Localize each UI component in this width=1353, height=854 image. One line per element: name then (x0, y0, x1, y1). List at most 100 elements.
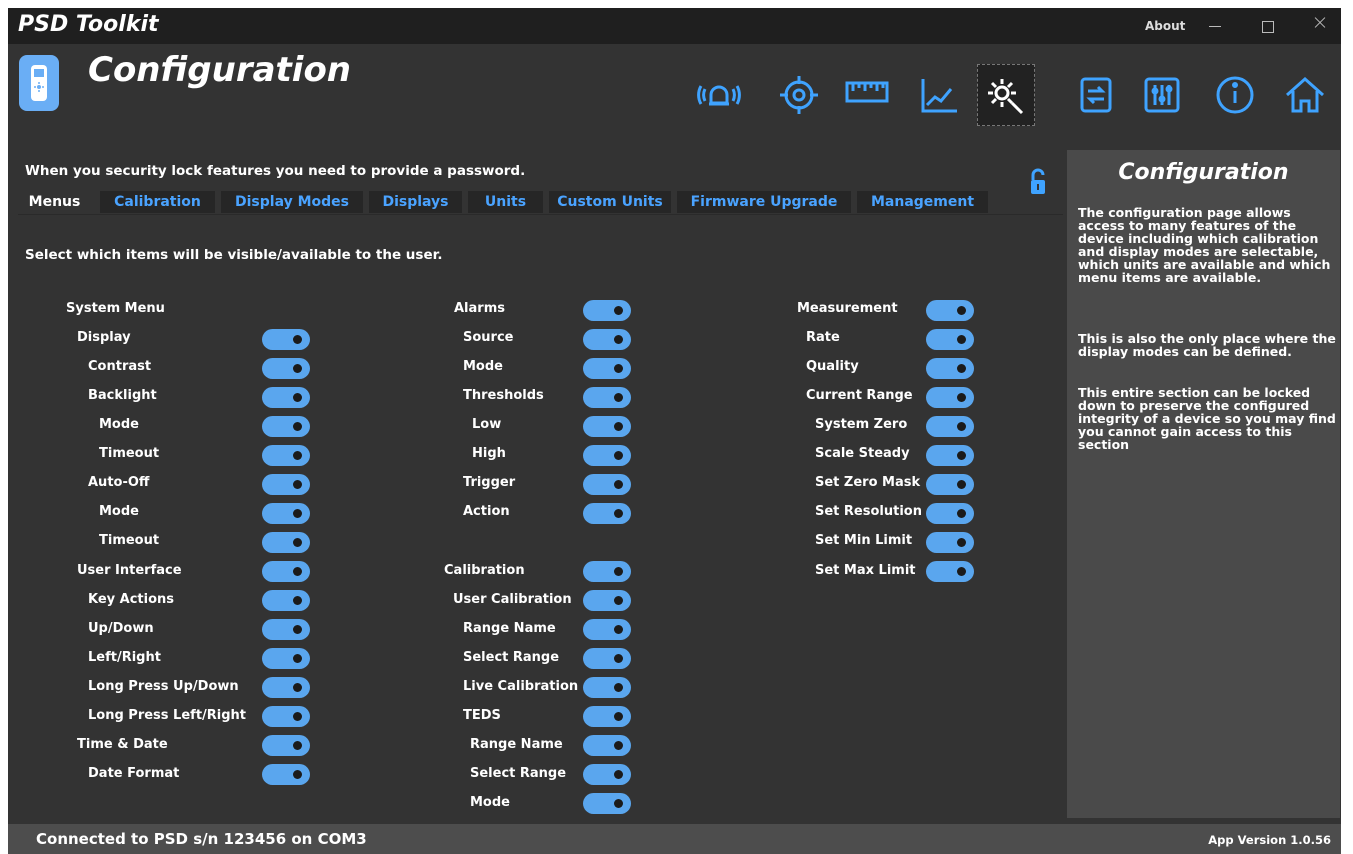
toggle-source[interactable] (583, 329, 631, 350)
toggle-rate[interactable] (926, 329, 974, 350)
toggle-calibration[interactable] (583, 561, 631, 582)
toggle-set-zero-mask[interactable] (926, 474, 974, 495)
device-icon (19, 55, 59, 111)
toggle-quality[interactable] (926, 358, 974, 379)
tab-menus[interactable]: Menus (18, 191, 91, 213)
help-paragraph: This entire section can be locked down t… (1078, 385, 1336, 452)
toggle-backlight-mode[interactable] (262, 416, 310, 437)
tab-custom-units[interactable]: Custom Units (549, 191, 671, 213)
toggle-user-interface[interactable] (262, 561, 310, 582)
help-title: Configuration (1118, 160, 1289, 185)
col1-label: Up/Down (88, 621, 154, 636)
toggle-backlight[interactable] (262, 387, 310, 408)
toggle-auto-off-mode[interactable] (262, 503, 310, 524)
toggle-teds-range-name[interactable] (583, 735, 631, 756)
toggle-long-press-up-down[interactable] (262, 677, 310, 698)
tab-firmware-upgrade[interactable]: Firmware Upgrade (677, 191, 851, 213)
help-panel: Configuration The configuration page all… (1067, 150, 1340, 818)
help-paragraph: This is also the only place where the di… (1078, 331, 1336, 359)
col3-label: Current Range (806, 388, 913, 403)
col1-label: System Menu (66, 301, 165, 316)
info-icon[interactable] (1206, 64, 1264, 126)
col3-label: Set Zero Mask (815, 475, 921, 490)
col2-label: Trigger (463, 475, 516, 490)
toggle-set-min-limit[interactable] (926, 532, 974, 553)
toggle-display[interactable] (262, 329, 310, 350)
help-paragraph: The configuration page allows access to … (1078, 205, 1331, 285)
app-title: PSD Toolkit (18, 12, 159, 37)
col2-label: User Calibration (453, 592, 572, 607)
tab-units[interactable]: Units (468, 191, 543, 213)
tab-calibration[interactable]: Calibration (100, 191, 215, 213)
alarm-icon[interactable] (690, 64, 748, 126)
toggle-key-actions[interactable] (262, 590, 310, 611)
toggle-up-down[interactable] (262, 619, 310, 640)
instructions-text: Select which items will be visible/avail… (25, 247, 443, 263)
col1-label: Left/Right (88, 650, 161, 665)
sliders-icon[interactable] (1133, 64, 1191, 126)
target-icon[interactable] (770, 64, 828, 126)
col1-label: Mode (99, 504, 139, 519)
toggle-action[interactable] (583, 503, 631, 524)
chart-icon[interactable] (910, 64, 968, 126)
col1-label: User Interface (77, 563, 182, 578)
col3-label: Set Min Limit (815, 533, 913, 548)
toggle-backlight-timeout[interactable] (262, 445, 310, 466)
toggle-high[interactable] (583, 445, 631, 466)
col3-label: Quality (806, 359, 859, 374)
toggle-set-max-limit[interactable] (926, 561, 974, 582)
col1-label: Contrast (88, 359, 152, 374)
col2-label: Mode (463, 359, 503, 374)
col1-label: Auto-Off (88, 475, 150, 490)
unlock-icon[interactable] (1028, 168, 1048, 200)
toggle-left-right[interactable] (262, 648, 310, 669)
col2-label: Alarms (454, 301, 505, 316)
ruler-icon[interactable] (838, 64, 896, 126)
toggle-measurement[interactable] (926, 300, 974, 321)
toggle-range-name[interactable] (583, 619, 631, 640)
col1-label: Backlight (88, 388, 157, 403)
col3-label: Set Max Limit (815, 563, 916, 578)
col3-label: Set Resolution (815, 504, 922, 519)
toggle-trigger[interactable] (583, 474, 631, 495)
toggle-teds[interactable] (583, 706, 631, 727)
toggle-scale-steady[interactable] (926, 445, 974, 466)
page-title: Configuration (88, 50, 352, 90)
toggle-thresholds[interactable] (583, 387, 631, 408)
toggle-contrast[interactable] (262, 358, 310, 379)
app-window: PSD Toolkit About Configuration When you… (8, 8, 1341, 854)
settings-icon[interactable] (977, 64, 1035, 126)
col2-label: Source (463, 330, 514, 345)
toggle-teds-mode[interactable] (583, 793, 631, 814)
tab-displays[interactable]: Displays (369, 191, 462, 213)
toggle-date-format[interactable] (262, 764, 310, 785)
toggle-system-zero[interactable] (926, 416, 974, 437)
col2-label: TEDS (463, 708, 501, 723)
toggle-user-calibration[interactable] (583, 590, 631, 611)
toggle-live-calibration[interactable] (583, 677, 631, 698)
toggle-select-range[interactable] (583, 648, 631, 669)
home-icon[interactable] (1276, 64, 1334, 126)
toggle-auto-off[interactable] (262, 474, 310, 495)
toggle-time-date[interactable] (262, 735, 310, 756)
close-icon[interactable] (1312, 16, 1326, 30)
toggle-long-press-left-right[interactable] (262, 706, 310, 727)
col3-label: Scale Steady (815, 446, 910, 461)
col3-label: System Zero (815, 417, 908, 432)
toggle-auto-off-timeout[interactable] (262, 532, 310, 553)
toggle-set-resolution[interactable] (926, 503, 974, 524)
minimize-icon[interactable] (1209, 16, 1223, 30)
toggle-current-range[interactable] (926, 387, 974, 408)
transfer-icon[interactable] (1067, 64, 1125, 126)
about-button[interactable]: About (1145, 19, 1185, 33)
col2-label: Calibration (444, 563, 525, 578)
maximize-icon[interactable] (1262, 21, 1274, 33)
toggle-low[interactable] (583, 416, 631, 437)
toggle-alarms[interactable] (583, 300, 631, 321)
status-bar: Connected to PSD s/n 123456 on COM3 App … (8, 824, 1341, 854)
toggle-alarm-mode[interactable] (583, 358, 631, 379)
col3-label: Measurement (797, 301, 898, 316)
tab-display-modes[interactable]: Display Modes (221, 191, 363, 213)
tab-management[interactable]: Management (857, 191, 988, 213)
toggle-teds-select-range[interactable] (583, 764, 631, 785)
